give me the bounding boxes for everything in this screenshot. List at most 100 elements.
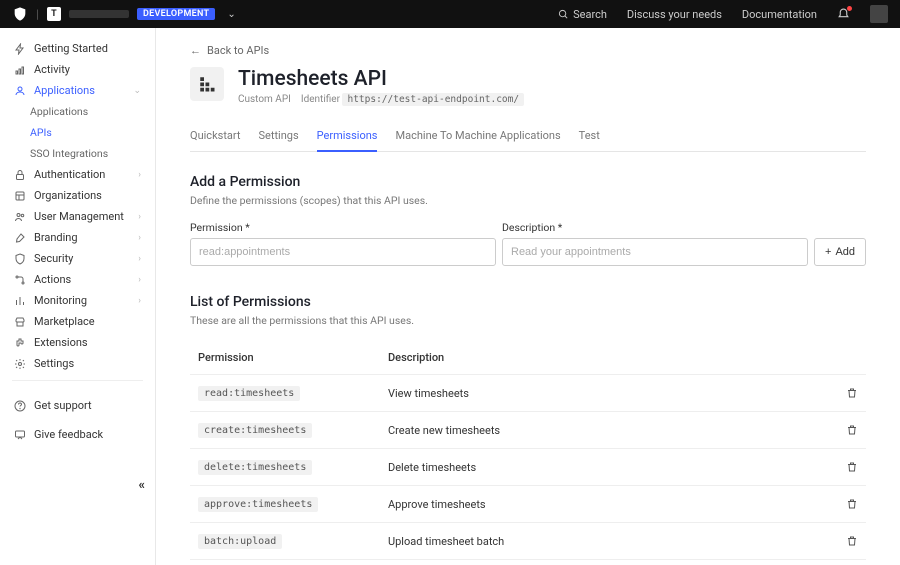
chevron-right-icon: › xyxy=(138,254,141,264)
chevron-right-icon: ⌄ xyxy=(133,86,141,96)
trash-icon xyxy=(846,498,858,510)
sidebar-footer-give-feedback[interactable]: Give feedback xyxy=(0,424,155,445)
tab-permissions[interactable]: Permissions xyxy=(317,123,378,152)
user-avatar[interactable] xyxy=(870,5,888,23)
collapse-sidebar-button[interactable]: « xyxy=(139,478,146,493)
permissions-table-header: Permission Description xyxy=(190,341,866,375)
sidebar-item-organizations[interactable]: Organizations xyxy=(0,185,155,206)
sidebar-item-applications[interactable]: Applications xyxy=(0,101,155,122)
sidebar-item-sso-integrations[interactable]: SSO Integrations xyxy=(0,143,155,164)
permission-description: View timesheets xyxy=(388,387,828,400)
sidebar-item-label: Actions xyxy=(34,273,71,286)
api-type-label: Custom API xyxy=(238,94,291,105)
sidebar-item-apis[interactable]: APIs xyxy=(0,122,155,143)
delete-permission-button[interactable] xyxy=(846,387,858,399)
delete-permission-button[interactable] xyxy=(846,461,858,473)
tenant-name-placeholder xyxy=(69,10,129,18)
sidebar-item-label: Security xyxy=(34,252,73,265)
lock-icon xyxy=(14,169,26,181)
topbar-left: | T DEVELOPMENT ⌄ xyxy=(12,6,236,22)
permission-label: Permission * xyxy=(190,221,496,234)
trash-icon xyxy=(846,535,858,547)
sidebar-footer-get-support[interactable]: Get support xyxy=(0,395,155,416)
permission-field: Permission * xyxy=(190,221,496,266)
search-icon xyxy=(558,9,569,20)
gear-icon xyxy=(14,358,26,370)
permission-scope: batch:upload xyxy=(198,534,282,549)
apps-icon xyxy=(14,85,26,97)
delete-permission-button[interactable] xyxy=(846,424,858,436)
add-permission-title: Add a Permission xyxy=(190,174,866,190)
chevron-right-icon: › xyxy=(138,275,141,285)
chevron-right-icon: › xyxy=(138,233,141,243)
tab-machine-to-machine-applications[interactable]: Machine To Machine Applications xyxy=(395,123,560,152)
sidebar: Getting StartedActivityApplications⌄Appl… xyxy=(0,28,156,565)
tenant-avatar[interactable]: T xyxy=(47,7,61,21)
flow-icon xyxy=(14,274,26,286)
col-description-header: Description xyxy=(388,351,828,364)
sidebar-item-activity[interactable]: Activity xyxy=(0,59,155,80)
list-permissions-title: List of Permissions xyxy=(190,294,866,310)
sidebar-item-extensions[interactable]: Extensions xyxy=(0,332,155,353)
blocks-icon xyxy=(198,75,216,93)
permission-input[interactable] xyxy=(190,238,496,266)
sidebar-item-actions[interactable]: Actions › xyxy=(0,269,155,290)
permission-row: batch:upload Upload timesheet batch xyxy=(190,523,866,560)
delete-permission-button[interactable] xyxy=(846,498,858,510)
list-permissions-desc: These are all the permissions that this … xyxy=(190,314,866,327)
sidebar-item-label: Monitoring xyxy=(34,294,87,307)
sidebar-item-security[interactable]: Security › xyxy=(0,248,155,269)
sidebar-item-getting-started[interactable]: Getting Started xyxy=(0,38,155,59)
help-icon xyxy=(14,400,26,412)
permission-scope: approve:timesheets xyxy=(198,497,318,512)
environment-badge: DEVELOPMENT xyxy=(137,8,215,20)
permission-description: Create new timesheets xyxy=(388,424,828,437)
sidebar-item-monitoring[interactable]: Monitoring› xyxy=(0,290,155,311)
discuss-link[interactable]: Discuss your needs xyxy=(627,8,722,21)
sidebar-item-label: SSO Integrations xyxy=(30,147,108,160)
delete-permission-button[interactable] xyxy=(846,535,858,547)
auth0-logo-icon xyxy=(12,6,28,22)
tenant-chevron-down-icon[interactable]: ⌄ xyxy=(227,9,235,20)
sidebar-item-label: Applications xyxy=(30,105,88,118)
back-to-apis-link[interactable]: ← Back to APIs xyxy=(190,44,866,57)
trash-icon xyxy=(846,461,858,473)
tab-quickstart[interactable]: Quickstart xyxy=(190,123,241,152)
permission-description: Upload timesheet batch xyxy=(388,535,828,548)
description-input[interactable] xyxy=(502,238,808,266)
topbar-right: Search Discuss your needs Documentation xyxy=(558,5,888,23)
col-permission-header: Permission xyxy=(198,351,388,364)
permission-scope: create:timesheets xyxy=(198,423,312,438)
tab-test[interactable]: Test xyxy=(579,123,600,152)
sidebar-item-authentication[interactable]: Authentication› xyxy=(0,164,155,185)
add-permission-form: Permission * Description * + Add xyxy=(190,221,866,266)
api-icon xyxy=(190,67,224,101)
description-field: Description * xyxy=(502,221,808,266)
chevron-right-icon: › xyxy=(138,170,141,180)
tab-settings[interactable]: Settings xyxy=(259,123,299,152)
sidebar-item-settings[interactable]: Settings xyxy=(0,353,155,374)
notifications-button[interactable] xyxy=(837,8,850,21)
sidebar-item-label: APIs xyxy=(30,126,52,139)
sidebar-item-label: Get support xyxy=(34,399,92,412)
api-tabs: Quickstart Settings Permissions Machine To … xyxy=(190,123,866,152)
sidebar-item-label: Marketplace xyxy=(34,315,95,328)
bars-icon xyxy=(14,295,26,307)
permission-row: delete:timesheetsDelete timesheets xyxy=(190,449,866,486)
sidebar-item-label: Branding xyxy=(34,231,78,244)
sidebar-item-user-management[interactable]: User Management› xyxy=(0,206,155,227)
docs-link[interactable]: Documentation xyxy=(742,8,817,21)
arrow-left-icon: ← xyxy=(190,44,201,57)
sidebar-item-marketplace[interactable]: Marketplace xyxy=(0,311,155,332)
sidebar-item-applications[interactable]: Applications⌄ xyxy=(0,80,155,101)
puzzle-icon xyxy=(14,337,26,349)
org-icon xyxy=(14,190,26,202)
permission-row: approve:timesheetsApprove timesheets xyxy=(190,486,866,523)
main-content: ← Back to APIs Timesheets API Custom API… xyxy=(156,28,900,565)
add-button[interactable]: + Add xyxy=(814,238,866,266)
search-link[interactable]: Search xyxy=(558,8,607,21)
users-icon xyxy=(14,211,26,223)
identifier-label: Identifier xyxy=(301,94,340,105)
identifier-value: https://test-api-endpoint.com/ xyxy=(342,93,524,106)
sidebar-item-branding[interactable]: Branding › xyxy=(0,227,155,248)
